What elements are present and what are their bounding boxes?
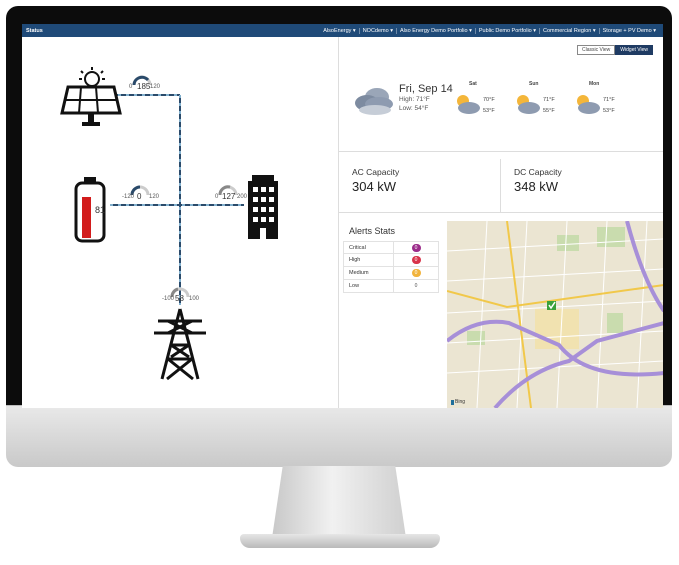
monitor-stage: Status AlsoEnergy NOCdemo Also Energy De… — [0, 0, 679, 565]
today-high: High: 71°F — [399, 96, 430, 103]
ac-capacity-widget: AC Capacity 304 kW — [339, 159, 501, 213]
forecast-high: 71°F — [603, 97, 615, 103]
alert-level-label: Medium — [344, 267, 394, 279]
alert-row-low[interactable]: Low 0 — [343, 280, 439, 293]
building-gauge-value: 127 — [222, 192, 236, 201]
today-forecast: Fri, Sep 14 High: 71°F Low: 54°F — [399, 83, 453, 113]
partly-sunny-icon — [577, 95, 600, 114]
alert-count-badge: 0 — [411, 243, 421, 252]
forecast-high: 70°F — [483, 97, 495, 103]
forecast-low: 53°F — [603, 108, 615, 114]
ac-capacity-value: 304 kW — [352, 179, 397, 194]
forecast-low: 53°F — [483, 108, 495, 114]
today-low: Low: 54°F — [399, 105, 429, 112]
dc-capacity-widget: DC Capacity 348 kW — [501, 159, 663, 213]
alerts-stats-widget: Alerts Stats Critical 0 High 0 Medium 0 … — [339, 221, 446, 408]
forecast-low: 55°F — [543, 108, 555, 114]
map-attribution: Bing — [455, 399, 466, 405]
forecast-day-label: Mon — [589, 81, 600, 87]
forecast-high: 71°F — [543, 97, 555, 103]
building-gauge-min: 0 — [215, 194, 219, 200]
page-title: Status — [26, 27, 43, 34]
forecast-day-label: Sat — [469, 81, 477, 87]
partly-sunny-icon — [517, 95, 540, 114]
alert-count-badge: 0 — [411, 269, 421, 277]
energy-flow-diagram: 81 0 185 120 -120 0 120 0 127 200 -100 5… — [60, 67, 278, 381]
nav-nocdemo[interactable]: NOCdemo — [358, 27, 396, 34]
dc-capacity-label: DC Capacity — [514, 167, 562, 177]
nav-public-demo-portfolio[interactable]: Public Demo Portfolio — [474, 27, 539, 34]
alert-count-badge: 0 — [411, 282, 421, 290]
ac-capacity-label: AC Capacity — [352, 167, 400, 177]
nav-demo-portfolio[interactable]: Also Energy Demo Portfolio — [395, 27, 475, 34]
battery-gauge-value: 0 — [137, 192, 142, 201]
transmission-tower-icon — [154, 308, 206, 381]
building-icon — [248, 175, 278, 239]
solar-gauge-max: 120 — [150, 84, 161, 90]
battery-percent: 81 — [95, 205, 105, 215]
battery-gauge-min: -120 — [122, 194, 135, 200]
cloudy-icon — [355, 88, 393, 115]
alert-level-label: Low — [344, 280, 394, 292]
view-toggle: Classic View Widget View — [577, 45, 653, 55]
breadcrumb-nav: AlsoEnergy NOCdemo Also Energy Demo Port… — [320, 27, 659, 34]
alert-level-label: High — [344, 254, 394, 266]
nav-commercial-region[interactable]: Commercial Region — [539, 27, 599, 34]
solar-gauge-value: 185 — [137, 82, 151, 91]
today-date: Fri, Sep 14 — [399, 83, 453, 95]
battery-level-fill — [82, 197, 91, 238]
grid-gauge-max: 100 — [189, 296, 200, 302]
alert-count-badge: 0 — [411, 256, 421, 264]
bing-logo-icon: Bing — [451, 399, 465, 405]
solar-panel-icon — [60, 67, 122, 126]
building-gauge: 0 127 200 — [215, 185, 248, 201]
dashboard-screen: Status AlsoEnergy NOCdemo Also Energy De… — [22, 24, 663, 408]
classic-view-button[interactable]: Classic View — [577, 45, 616, 55]
alert-level-label: Critical — [344, 242, 394, 253]
nav-storage-pv-demo[interactable]: Storage + PV Demo — [598, 27, 659, 34]
battery-gauge: -120 0 120 — [122, 185, 160, 201]
monitor-stand-foot — [240, 534, 440, 548]
weather-widget: Fri, Sep 14 High: 71°F Low: 54°F Sat 70°… — [339, 57, 663, 152]
alert-row-critical[interactable]: Critical 0 — [343, 241, 439, 254]
nav-alsoenergy[interactable]: AlsoEnergy — [320, 28, 358, 34]
alert-row-medium[interactable]: Medium 0 — [343, 267, 439, 280]
forecast-day-label: Sun — [529, 81, 539, 87]
alert-row-high[interactable]: High 0 — [343, 254, 439, 267]
grid-gauge-min: -100 — [162, 296, 175, 302]
map-canvas — [447, 221, 663, 408]
widget-panel: Classic View Widget View Fri, Sep 14 Hig… — [338, 37, 663, 408]
partly-sunny-icon — [457, 95, 480, 114]
battery-gauge-max: 120 — [149, 194, 160, 200]
monitor-stand-neck — [272, 466, 406, 538]
grid-gauge-value: 58 — [175, 294, 184, 303]
widget-view-button[interactable]: Widget View — [615, 45, 653, 55]
energy-flow-panel: 81 0 185 120 -120 0 120 0 127 200 -100 5… — [22, 37, 338, 408]
monitor-chin — [6, 405, 672, 467]
solar-gauge-min: 0 — [129, 84, 133, 90]
dc-capacity-value: 348 kW — [514, 179, 559, 194]
solar-gauge: 0 185 120 — [129, 75, 161, 91]
top-nav-bar: Status AlsoEnergy NOCdemo Also Energy De… — [22, 24, 663, 37]
building-gauge-max: 200 — [237, 194, 248, 200]
site-map[interactable]: Bing — [447, 221, 663, 408]
alerts-stats-title: Alerts Stats — [349, 226, 396, 236]
